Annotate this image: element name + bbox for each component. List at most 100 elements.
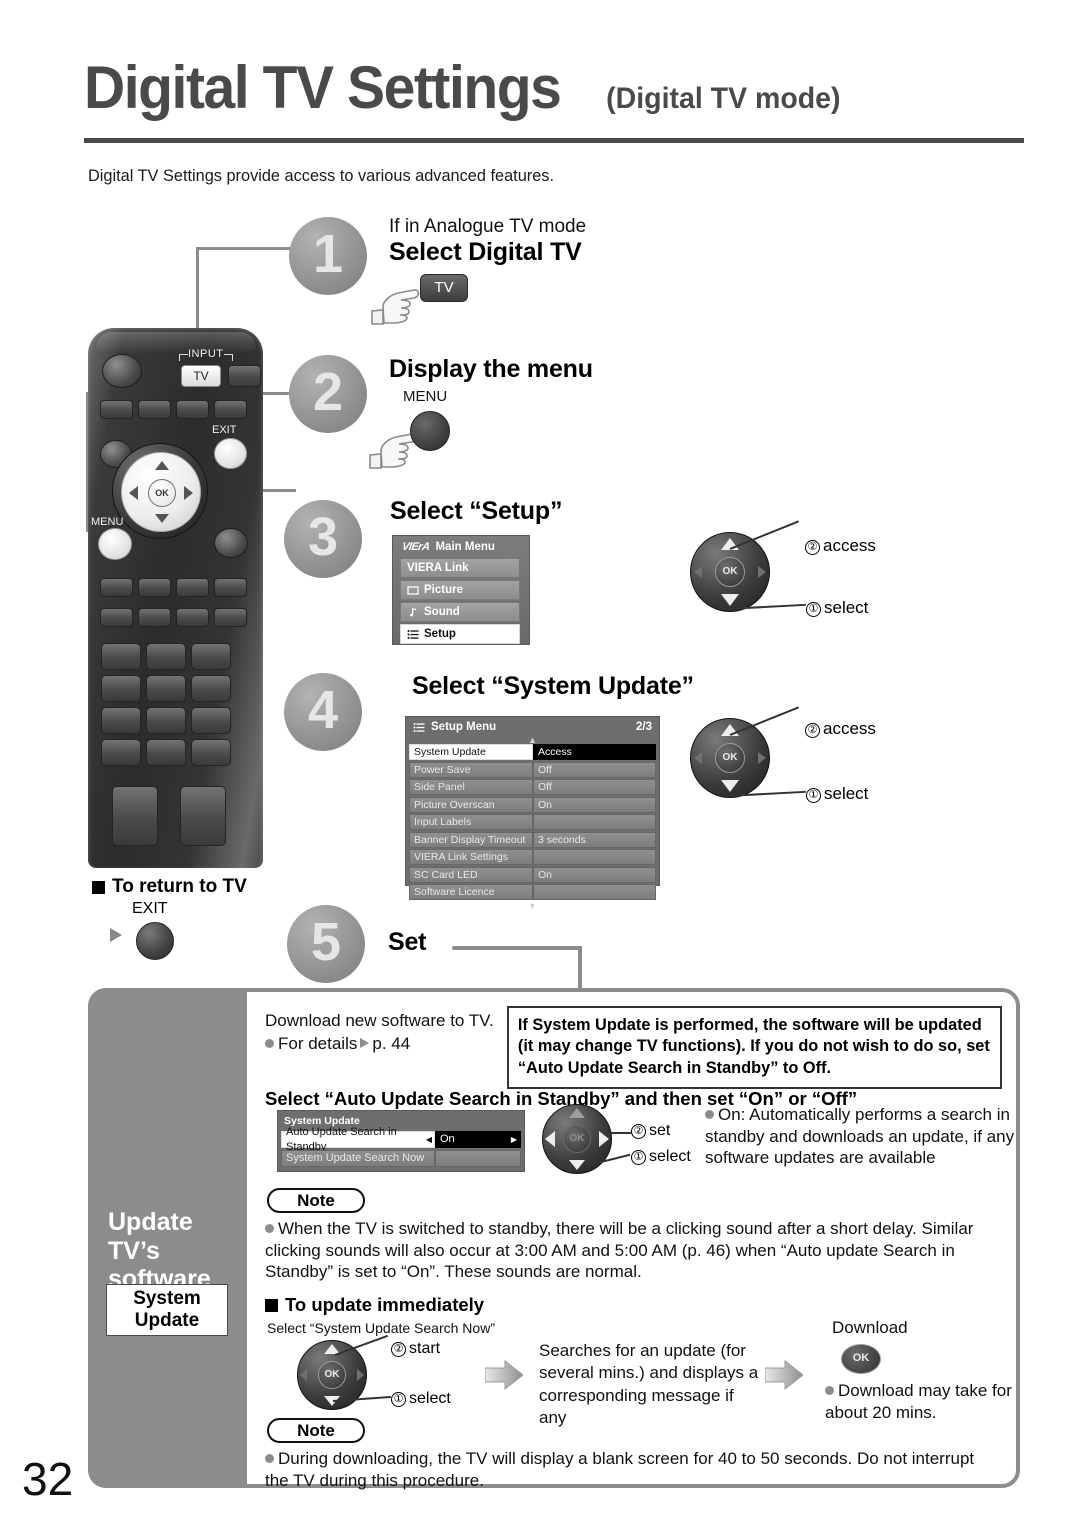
setup-menu-page-indicator: 2/3 [636, 721, 652, 733]
sidebar-system-update-box: System Update [106, 1284, 228, 1336]
section-2-heading-text: To update immediately [285, 1294, 485, 1315]
main-menu-label-0: VIERA Link [407, 562, 469, 574]
page-title-mode: (Digital TV mode) [605, 82, 841, 115]
setup-row-power-save[interactable]: Power Save Off [409, 761, 656, 778]
setup-row-software-licence[interactable]: Software Licence [409, 884, 656, 900]
circle-num-2d: ② [391, 1342, 406, 1357]
setup-row-input-labels[interactable]: Input Labels [409, 814, 656, 830]
leader-line-set [609, 1132, 631, 1134]
color-button-1 [100, 400, 133, 419]
action-label-set: set [649, 1122, 671, 1139]
function-button-1 [100, 578, 133, 597]
manual-page: Digital TV Settings (Digital TV mode) Di… [0, 0, 1080, 1528]
download-line-2: For details p. 44 [265, 1033, 494, 1056]
flow-arrow-icon-1 [484, 1359, 524, 1391]
setup-row-banner-display-timeout[interactable]: Banner Display Timeout 3 seconds [409, 831, 656, 848]
warning-box: If System Update is performed, the softw… [507, 1006, 1002, 1090]
setup-row-system-update[interactable]: System Update Access [409, 744, 656, 760]
system-update-panel: Update TV’s software system System Updat… [88, 988, 1020, 1490]
arrow-left-icon-4 [694, 752, 702, 764]
step-5-badge: 5 [287, 905, 365, 983]
numeric-key-8 [146, 707, 186, 734]
sysupd-row-value-0: On ▶ [435, 1131, 521, 1148]
arrow-down-icon-4 [721, 780, 739, 792]
arrow-right-icon-su [599, 1131, 609, 1147]
note-icon [407, 607, 419, 618]
arrow-right-icon-4 [758, 752, 766, 764]
title-rule [84, 138, 1024, 143]
input-label: INPUT [179, 348, 232, 361]
color-button-3 [176, 400, 209, 419]
download-detail-label: For details [278, 1033, 358, 1053]
sysupd-row-search-now[interactable]: System Update Search Now [281, 1150, 521, 1167]
menu-label: MENU [91, 516, 124, 528]
volume-rocker [112, 786, 158, 846]
arrow-right-icon-2 [360, 1037, 370, 1048]
function-button-2 [138, 578, 171, 597]
searchnow-action-start: ② start [391, 1340, 440, 1358]
setup-row-value-3: On [533, 796, 656, 813]
main-menu-item-viera-link[interactable]: VIERA Link [400, 558, 520, 578]
scroll-down-icon[interactable]: ▼ [409, 901, 656, 910]
main-menu-item-picture[interactable]: Picture [400, 580, 520, 600]
main-menu-header: VIErA Main Menu [396, 539, 526, 556]
setup-row-viera-link-settings[interactable]: VIERA Link Settings [409, 849, 656, 865]
function-button-6 [138, 608, 171, 627]
numeric-key-7 [101, 707, 141, 734]
main-menu-item-sound[interactable]: Sound [400, 602, 520, 622]
main-menu-item-setup[interactable]: Setup [400, 624, 520, 644]
navpad-step3: OK [690, 532, 770, 612]
sysupd-name-text-1: System Update Search Now [286, 1152, 425, 1164]
circle-num-2c: ② [631, 1124, 646, 1139]
action-label-select-4: select [824, 784, 869, 803]
setup-menu-title: Setup Menu [431, 721, 497, 733]
numeric-key-hash [191, 739, 231, 766]
scroll-up-icon[interactable]: ▲ [409, 736, 656, 745]
step-3-badge: 3 [284, 500, 362, 578]
setup-row-name-0: System Update [409, 744, 533, 760]
sysupd-row-auto-update[interactable]: Auto Update Search in Standby ◀ On ▶ [281, 1126, 521, 1153]
setup-row-value-1: Off [533, 761, 656, 778]
action-label-select-su: select [649, 1148, 691, 1165]
setup-row-name-3: Picture Overscan [409, 796, 533, 813]
setup-row-side-panel[interactable]: Side Panel Off [409, 779, 656, 795]
setup-row-sc-card-led[interactable]: SC Card LED On [409, 866, 656, 883]
download-page-ref: p. 44 [372, 1033, 411, 1053]
dpad-ok-button: OK [148, 479, 176, 507]
sysupd-row-value-1 [435, 1150, 521, 1167]
page-number: 32 [22, 1453, 74, 1505]
circle-num-1c: ① [631, 1150, 646, 1165]
setup-row-value-6 [533, 849, 656, 865]
page-title-main: Digital TV Settings [84, 54, 562, 121]
step-2-menu-label: MENU [403, 388, 448, 405]
bullet-dot-icon-4 [825, 1386, 834, 1395]
right-arrow-icon [110, 928, 122, 942]
panel-sidebar: Update TV’s software system System Updat… [92, 992, 247, 1484]
step-5-connector-v [578, 946, 582, 991]
action-label-select-3: select [824, 598, 869, 617]
page-title: Digital TV Settings (Digital TV mode) [84, 58, 1034, 118]
list-icon [407, 629, 419, 640]
setup-row-value-8 [533, 884, 656, 900]
setup-row-name-5: Banner Display Timeout [409, 831, 533, 848]
power-button [102, 354, 142, 388]
setup-row-value-7: On [533, 866, 656, 883]
arrow-left-icon-3 [694, 566, 702, 578]
download-note-text: Download may take for about 20 mins. [825, 1381, 1012, 1423]
setup-row-name-2: Side Panel [409, 779, 533, 795]
setup-menu-header: Setup Menu 2/3 [409, 719, 656, 736]
setup-row-picture-overscan[interactable]: Picture Overscan On [409, 796, 656, 813]
chevron-right-icon: ▶ [510, 1135, 517, 1144]
sysupd-row-name-1: System Update Search Now [281, 1150, 435, 1167]
color-button-4 [214, 400, 247, 419]
step-4-action-access: ② access [805, 719, 876, 739]
numeric-key-6 [191, 675, 231, 702]
intro-text: Digital TV Settings provide access to va… [88, 166, 554, 185]
search-now-caption: Select “System Update Search Now” [267, 1320, 495, 1336]
dpad-inner: OK [121, 452, 201, 532]
action-label-start: start [409, 1340, 441, 1357]
on-description-text: On: Automatically performs a search in s… [705, 1105, 1015, 1168]
remote-exit-button [214, 438, 247, 469]
bullet-dot-icon-5 [265, 1454, 274, 1463]
bullet-dot-icon [265, 1038, 274, 1048]
